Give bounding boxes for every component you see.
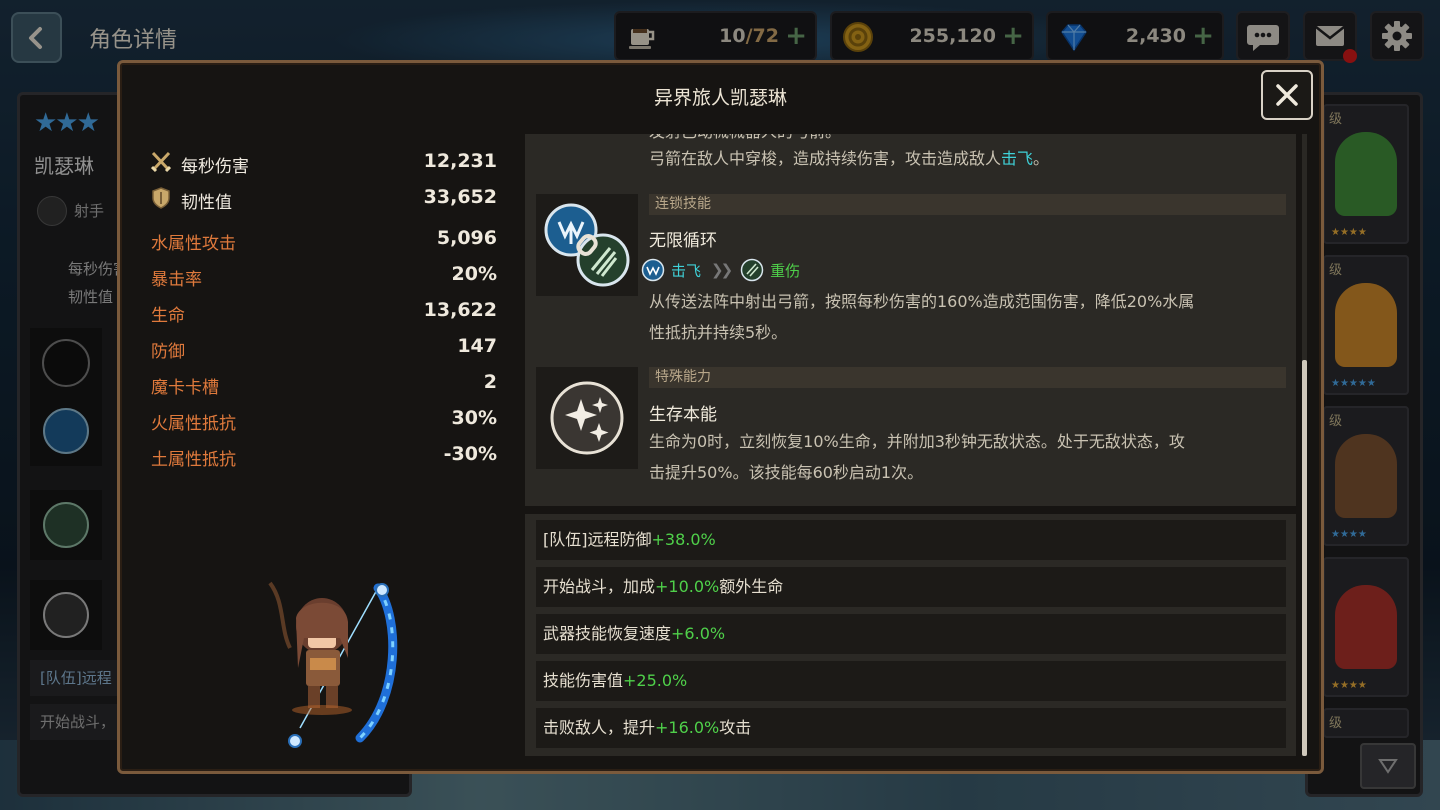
skill1-desc-partial: 发射已动械械器人的弓箭。	[649, 134, 841, 142]
stat-row: 防御 147	[151, 331, 497, 367]
stat-row-toughness: 韧性值 33,652	[151, 182, 497, 218]
crossed-swords-icon	[151, 151, 171, 173]
buff-text: 开始战斗，加成	[543, 577, 656, 596]
stat-value: 33,652	[423, 186, 497, 208]
buff-text: 技能伤害值	[543, 671, 624, 690]
stat-row: 生命 13,622	[151, 295, 497, 331]
stat-label: 水属性攻击	[151, 234, 236, 254]
buff-value: +16.0%	[655, 718, 720, 737]
desc-line: 从传送法阵中射出弓箭，按照每秒伤害的160%造成范围伤害，降低20%水属	[649, 292, 1195, 311]
buff-row: 击败敌人，提升+16.0%攻击	[536, 708, 1286, 748]
buff-suffix: 攻击	[719, 718, 752, 737]
stat-label: 防御	[151, 342, 185, 362]
knockup-status-icon	[641, 258, 665, 282]
passive-buffs-panel: [队伍]远程防御+38.0% 开始战斗，加成+10.0%额外生命 武器技能恢复速…	[525, 514, 1296, 756]
buff-value: +25.0%	[623, 671, 688, 690]
double-chevron-icon: ❯❯	[711, 261, 733, 279]
stat-value: 147	[457, 335, 497, 357]
stat-row-dps: 每秒伤害 12,231	[151, 146, 497, 182]
stat-label: 韧性值	[181, 193, 232, 213]
stat-value: 5,096	[436, 227, 497, 249]
sparkle-skill-icon	[550, 381, 624, 455]
stat-row: 水属性攻击 5,096	[151, 223, 497, 259]
stat-label: 生命	[151, 306, 185, 326]
special-skill-category: 特殊能力	[649, 367, 1286, 388]
desc-line: 击提升50%。该技能每60秒启动1次。	[649, 463, 924, 482]
buff-row: 技能伤害值+25.0%	[536, 661, 1286, 701]
keyword-knockup: 击飞	[1001, 149, 1034, 168]
chain-skill-name: 无限循环	[649, 231, 717, 251]
stat-row: 火属性抵抗 30%	[151, 403, 497, 439]
stat-row: 土属性抵抗 -30%	[151, 439, 497, 475]
buff-row: 武器技能恢复速度+6.0%	[536, 614, 1286, 654]
chain-skill-category: 连锁技能	[649, 194, 1286, 215]
special-skill-icon-box[interactable]	[536, 367, 638, 469]
modal-scrollbar[interactable]	[1302, 134, 1307, 756]
special-skill-name: 生存本能	[649, 405, 717, 425]
special-skill-description: 生命为0时，立刻恢复10%生命，并附加3秒钟无敌状态。处于无敌状态，攻 击提升5…	[649, 426, 1185, 488]
buff-value: +10.0%	[655, 577, 720, 596]
stat-value: 2	[483, 371, 497, 393]
stat-value: 13,622	[423, 299, 497, 321]
close-button[interactable]	[1261, 70, 1313, 120]
modal-title: 异界旅人凯瑟琳	[653, 87, 787, 109]
chain-to-label: 重伤	[770, 261, 801, 280]
chain-condition: 击飞 ❯❯ 重伤	[641, 257, 800, 283]
hero-sprite	[268, 581, 398, 748]
buff-suffix: 额外生命	[719, 577, 784, 596]
skill1-desc-end: 。	[1033, 149, 1050, 168]
heavy-wound-status-icon	[740, 258, 764, 282]
buff-text: 武器技能恢复速度	[543, 624, 672, 643]
stat-row: 魔卡卡槽 2	[151, 367, 497, 403]
stat-label: 土属性抵抗	[151, 450, 236, 470]
buff-row: [队伍]远程防御+38.0%	[536, 520, 1286, 560]
chain-skill-description: 从传送法阵中射出弓箭，按照每秒伤害的160%造成范围伤害，降低20%水属 性抵抗…	[649, 286, 1194, 348]
chain-skill-icon	[544, 203, 630, 287]
stat-value: 30%	[451, 407, 497, 429]
scrollbar-thumb[interactable]	[1302, 360, 1307, 756]
buff-value: +38.0%	[651, 530, 716, 549]
stat-value: 12,231	[423, 150, 497, 172]
skill1-desc-text: 弓箭在敌人中穿梭，造成持续伤害，攻击造成敌人	[649, 149, 1002, 168]
buff-row: 开始战斗，加成+10.0%额外生命	[536, 567, 1286, 607]
skills-panel: 发射已动械械器人的弓箭。 弓箭在敌人中穿梭，造成持续伤害，攻击造成敌人击飞。 连…	[525, 134, 1296, 506]
stat-value: -30%	[443, 443, 497, 465]
buff-text: [队伍]远程防御	[543, 530, 652, 549]
desc-line: 生命为0时，立刻恢复10%生命，并附加3秒钟无敌状态。处于无敌状态，攻	[649, 432, 1185, 451]
stat-value: 20%	[451, 263, 497, 285]
shield-icon	[152, 187, 170, 209]
chain-from-label: 击飞	[671, 261, 702, 280]
close-icon	[1276, 84, 1298, 106]
buff-value: +6.0%	[671, 624, 726, 643]
stat-label: 暴击率	[151, 270, 202, 290]
skill1-description: 弓箭在敌人中穿梭，造成持续伤害，攻击造成敌人击飞。	[649, 143, 1049, 174]
buff-text: 击败敌人，提升	[543, 718, 656, 737]
stat-label: 火属性抵抗	[151, 414, 236, 434]
stat-row: 暴击率 20%	[151, 259, 497, 295]
stat-label: 每秒伤害	[181, 157, 249, 177]
desc-line: 性抵抗并持续5秒。	[649, 323, 788, 342]
chain-skill-icon-box[interactable]	[536, 194, 638, 296]
stat-label: 魔卡卡槽	[151, 378, 219, 398]
